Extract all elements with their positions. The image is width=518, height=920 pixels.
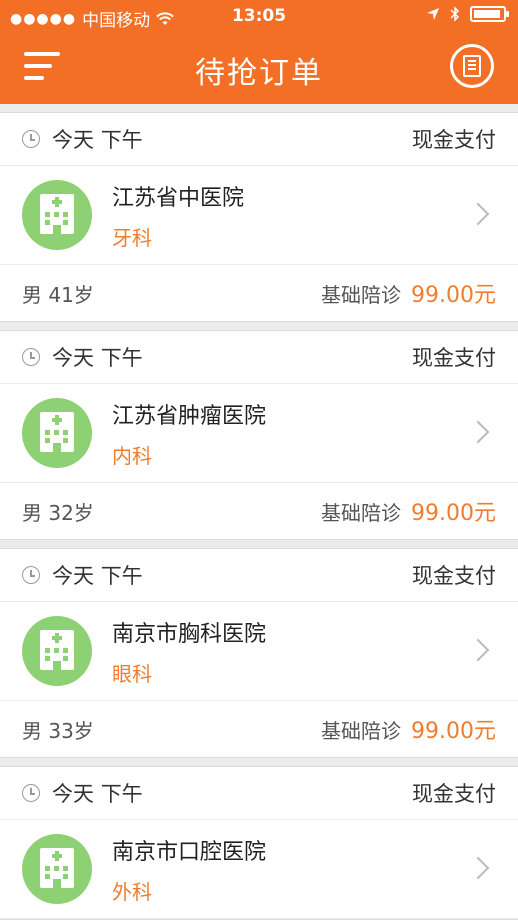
order-card[interactable]: 今天 下午 现金支付 江苏省肿瘤医院 内科 男 32岁 基础陪诊 99.00元 (0, 330, 518, 540)
clock-icon (22, 130, 40, 148)
battery-icon (470, 6, 509, 22)
order-card[interactable]: 今天 下午 现金支付 江苏省中医院 牙科 男 41岁 基础陪诊 99.00元 (0, 112, 518, 322)
status-right (426, 6, 509, 22)
patient-gender: 男 (22, 500, 42, 525)
patient-age: 33岁 (48, 718, 94, 743)
patient-gender: 男 (22, 718, 42, 743)
chevron-right-icon[interactable] (466, 420, 490, 444)
order-card-body[interactable]: 南京市口腔医院 外科 (0, 820, 518, 919)
payment-method: 现金支付 (412, 564, 496, 588)
order-card-header: 今天 下午 现金支付 (0, 113, 518, 166)
order-card-body[interactable]: 南京市胸科医院 眼科 (0, 602, 518, 701)
order-day: 今天 (52, 128, 94, 152)
payment-method: 现金支付 (412, 128, 496, 152)
order-card-header: 今天 下午 现金支付 (0, 767, 518, 820)
order-period: 下午 (100, 564, 143, 588)
hospital-name: 江苏省肿瘤医院 (112, 403, 267, 429)
order-price: 99.00元 (411, 283, 496, 308)
service-type: 基础陪诊 (321, 282, 402, 307)
order-card-body[interactable]: 江苏省中医院 牙科 (0, 166, 518, 265)
chevron-right-icon[interactable] (466, 856, 490, 880)
order-card[interactable]: 今天 下午 现金支付 南京市口腔医院 外科 (0, 766, 518, 920)
bluetooth-icon (450, 6, 460, 22)
payment-method: 现金支付 (412, 346, 496, 370)
status-bar: ●●●●● 中国移动 13:05 (0, 0, 518, 34)
patient-age: 32岁 (48, 500, 94, 525)
patient-gender: 男 (22, 282, 42, 307)
patient-age: 41岁 (48, 282, 94, 307)
chevron-right-icon[interactable] (466, 638, 490, 662)
location-arrow-icon (427, 8, 439, 20)
order-card[interactable]: 今天 下午 现金支付 南京市胸科医院 眼科 男 33岁 基础陪诊 99.00元 (0, 548, 518, 758)
service-type: 基础陪诊 (321, 500, 402, 525)
department: 眼科 (112, 661, 152, 686)
order-list-icon[interactable] (450, 44, 494, 88)
order-price: 99.00元 (411, 501, 496, 526)
order-card-header: 今天 下午 现金支付 (0, 331, 518, 384)
hospital-icon (22, 616, 92, 686)
page-title: 待抢订单 (195, 56, 323, 91)
hospital-icon (22, 834, 92, 904)
clock-icon (22, 566, 40, 584)
clock-icon (22, 784, 40, 802)
order-period: 下午 (100, 346, 143, 370)
order-card-footer: 男 41岁 基础陪诊 99.00元 (0, 265, 518, 321)
order-price: 99.00元 (411, 719, 496, 744)
hospital-name: 江苏省中医院 (112, 185, 245, 211)
nav-bar: 待抢订单 (0, 34, 518, 104)
order-day: 今天 (52, 564, 94, 588)
order-card-footer: 男 32岁 基础陪诊 99.00元 (0, 483, 518, 539)
order-card-footer: 男 33岁 基础陪诊 99.00元 (0, 701, 518, 757)
order-card-header: 今天 下午 现金支付 (0, 549, 518, 602)
order-day: 今天 (52, 782, 94, 806)
department: 内科 (112, 443, 152, 468)
hospital-name: 南京市口腔医院 (112, 839, 267, 865)
header: ●●●●● 中国移动 13:05 待抢订单 (0, 0, 518, 104)
chevron-right-icon[interactable] (466, 202, 490, 226)
clock-icon (22, 348, 40, 366)
payment-method: 现金支付 (412, 782, 496, 806)
service-type: 基础陪诊 (321, 718, 402, 743)
department: 外科 (112, 879, 152, 904)
order-card-body[interactable]: 江苏省肿瘤医院 内科 (0, 384, 518, 483)
department: 牙科 (112, 225, 152, 250)
order-period: 下午 (100, 128, 143, 152)
hospital-name: 南京市胸科医院 (112, 621, 267, 647)
hospital-icon (22, 398, 92, 468)
hospital-icon (22, 180, 92, 250)
order-day: 今天 (52, 346, 94, 370)
order-period: 下午 (100, 782, 143, 806)
